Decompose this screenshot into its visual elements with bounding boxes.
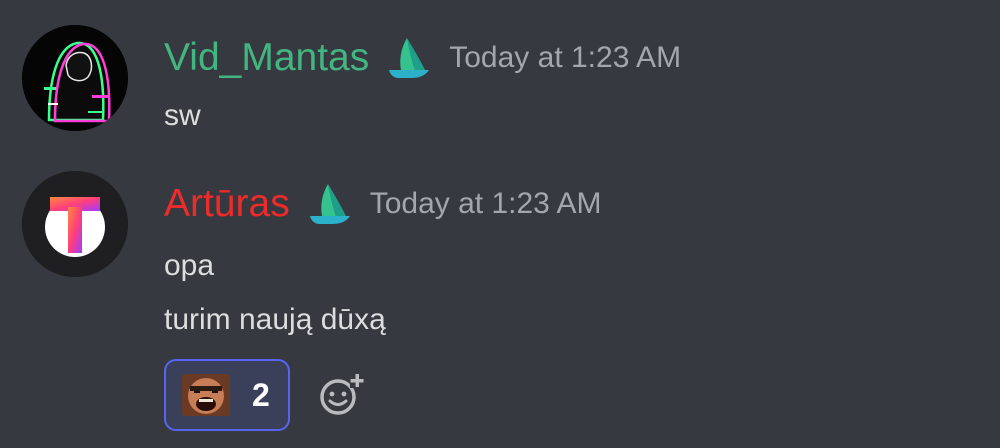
letter-t-avatar-icon <box>22 171 128 277</box>
message-text: sw <box>164 99 201 132</box>
message-header: Vid_Mantas Today at 1:23 AM <box>164 33 681 83</box>
sailboat-icon <box>302 182 356 226</box>
message-text: opa <box>164 249 215 282</box>
message-header: Artūras Today at 1:23 AM <box>164 179 602 229</box>
message-text: turim naują dūxą <box>164 303 386 336</box>
hooded-figure-avatar-icon <box>22 25 128 131</box>
avatar[interactable] <box>22 171 128 277</box>
message: Artūras Today at 1:23 AM opa turim naują… <box>0 150 1000 448</box>
timestamp: Today at 1:23 AM <box>369 187 602 220</box>
reaction-button[interactable]: 2 <box>164 359 290 431</box>
chat-messages: Vid_Mantas Today at 1:23 AM sw Artūras T… <box>0 0 1000 448</box>
add-reaction-icon[interactable] <box>318 372 364 418</box>
reactions-bar: 2 <box>164 359 364 431</box>
message: Vid_Mantas Today at 1:23 AM sw <box>0 0 1000 150</box>
reaction-count: 2 <box>252 377 270 413</box>
sailboat-icon <box>381 36 435 80</box>
username[interactable]: Vid_Mantas <box>164 33 369 83</box>
laughing-face-emoji-icon <box>182 374 230 416</box>
avatar[interactable] <box>22 25 128 131</box>
timestamp: Today at 1:23 AM <box>449 41 682 74</box>
username[interactable]: Artūras <box>164 179 290 229</box>
